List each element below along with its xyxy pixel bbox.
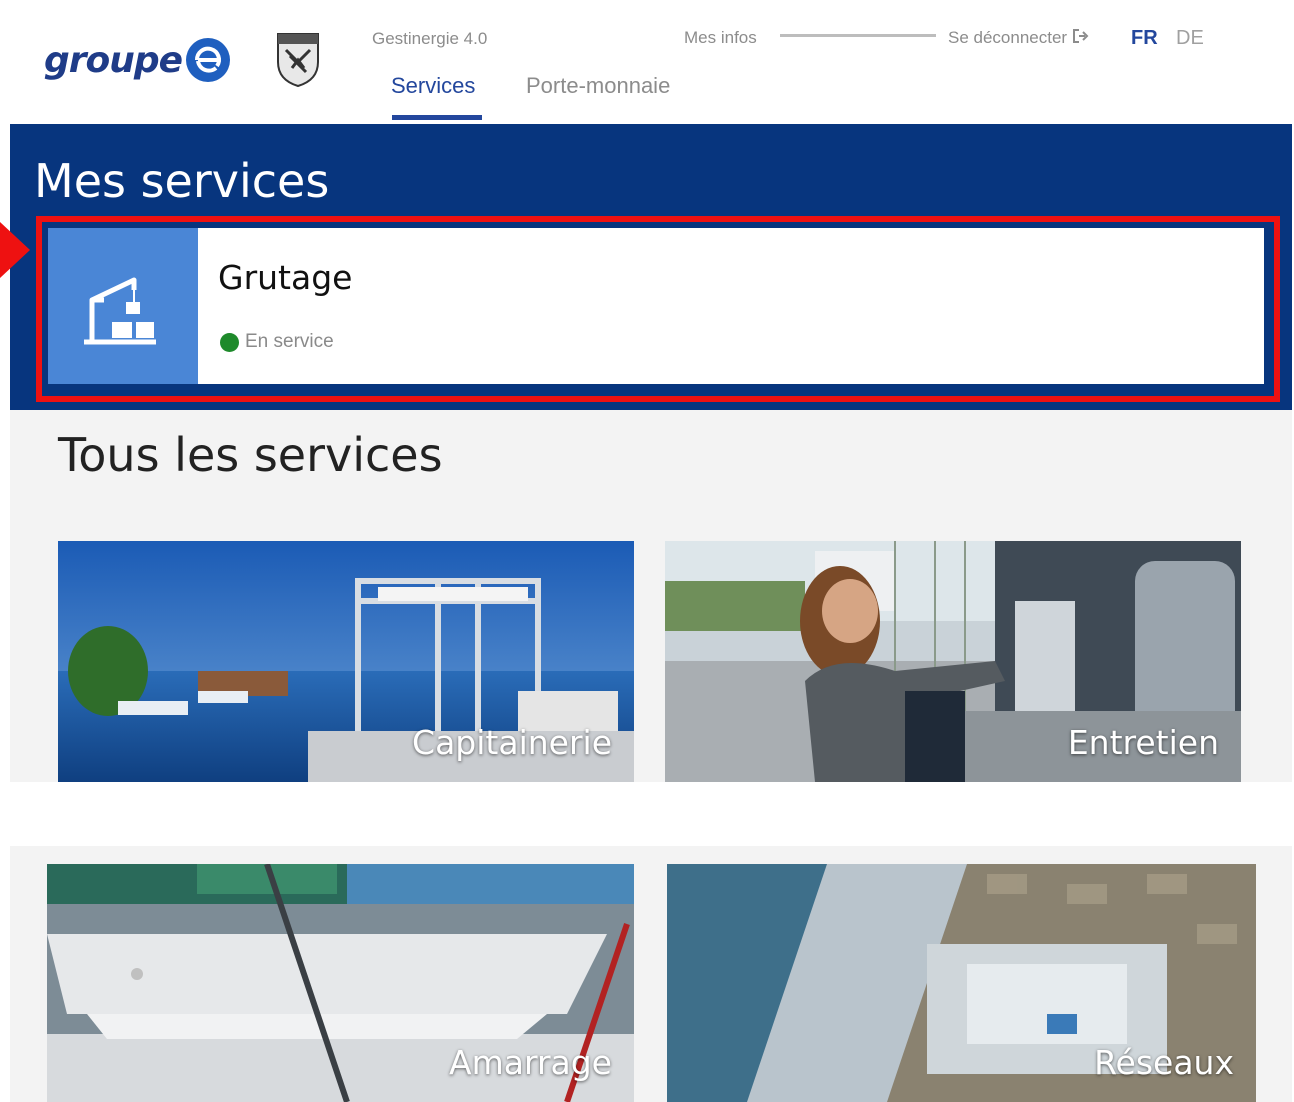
service-tile-reseaux[interactable]: Réseaux (667, 864, 1256, 1102)
tile-label: Entretien (1067, 723, 1219, 762)
my-services-title: Mes services (34, 154, 330, 208)
tile-label: Amarrage (449, 1043, 612, 1082)
logo-e-icon (186, 38, 231, 82)
tile-label: Capitainerie (412, 723, 612, 762)
language-fr[interactable]: FR (1131, 27, 1158, 50)
service-tile-capitainerie[interactable]: Capitainerie (58, 541, 634, 782)
red-pointer-arrow-icon (0, 222, 30, 278)
municipality-crest-icon (276, 32, 320, 88)
logo-wordmark: groupe (44, 39, 183, 81)
groupe-e-logo[interactable]: groupe (44, 38, 231, 82)
logout-icon (1073, 28, 1089, 48)
mes-infos-link[interactable]: Mes infos (684, 28, 757, 48)
app-name: Gestinergie 4.0 (372, 29, 488, 48)
tab-services[interactable]: Services (391, 73, 475, 99)
logout-label: Se déconnecter (948, 28, 1068, 47)
tile-label: Réseaux (1094, 1043, 1234, 1082)
service-tile-entretien[interactable]: Entretien (665, 541, 1241, 782)
active-tab-indicator (392, 115, 482, 120)
logout-link[interactable]: Se déconnecter (948, 28, 1089, 48)
service-tile-amarrage[interactable]: Amarrage (47, 864, 634, 1102)
highlight-box (36, 216, 1280, 402)
user-name-placeholder-bar (780, 34, 936, 37)
language-de[interactable]: DE (1176, 27, 1204, 50)
all-services-title: Tous les services (58, 428, 443, 482)
tab-porte-monnaie[interactable]: Porte-monnaie (526, 73, 670, 99)
